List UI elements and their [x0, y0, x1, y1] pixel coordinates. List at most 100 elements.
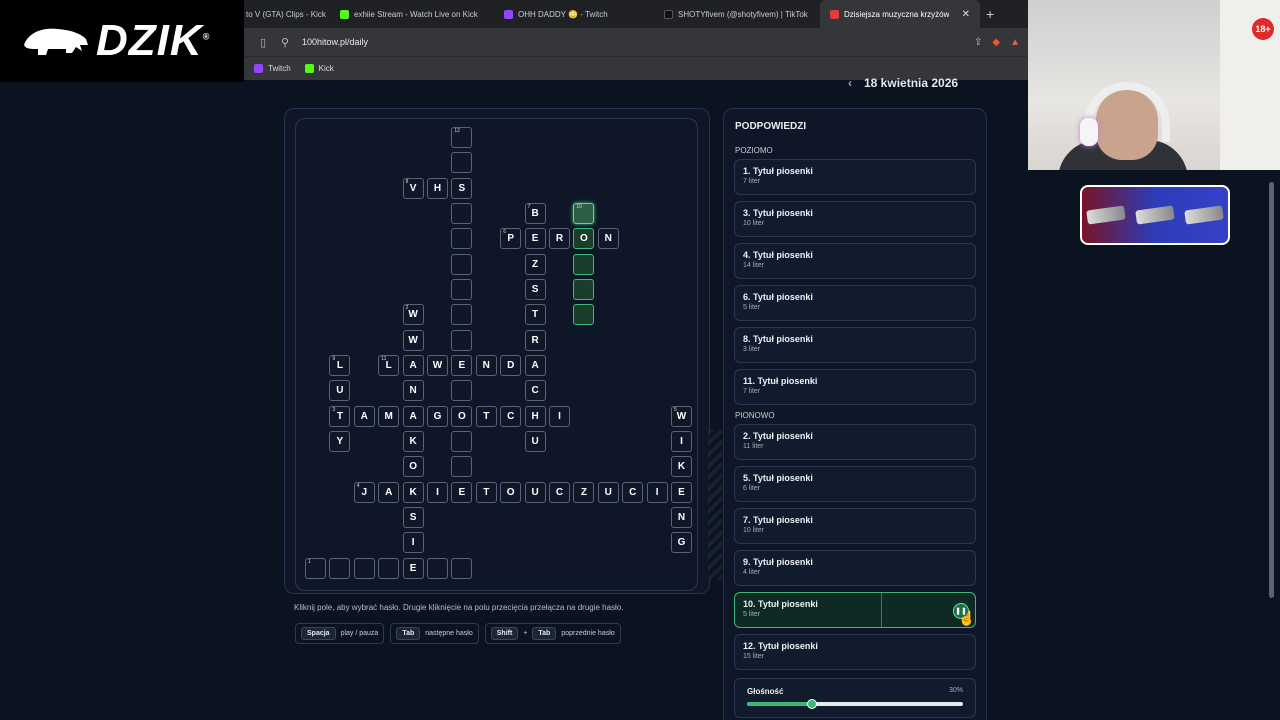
- crossword-cell[interactable]: 5W: [671, 405, 692, 427]
- crossword-cell[interactable]: C: [549, 481, 570, 503]
- crossword-cell[interactable]: 6P: [500, 228, 522, 250]
- crossword-cell[interactable]: [451, 380, 473, 402]
- tab-active[interactable]: Dzisiejsza muzyczna krzyżówk ✕: [820, 0, 980, 28]
- crossword-cell[interactable]: W: [427, 354, 448, 376]
- crossword-cell[interactable]: C: [524, 380, 546, 402]
- crossword-cell[interactable]: 12: [451, 127, 473, 148]
- chevron-left-icon[interactable]: ‹: [848, 76, 852, 90]
- crossword-cell[interactable]: [427, 557, 448, 579]
- crossword-cell[interactable]: U: [597, 481, 619, 503]
- clue-down-item[interactable]: 5. Tytuł piosenki 6 liter: [734, 466, 976, 502]
- crossword-cell[interactable]: 3T: [329, 405, 351, 427]
- crossword-cell[interactable]: K: [402, 430, 424, 452]
- crossword-cell[interactable]: E: [671, 481, 692, 503]
- crossword-cell[interactable]: Z: [524, 253, 546, 275]
- brave-shield-icon[interactable]: ◆: [992, 37, 1000, 48]
- crossword-cell[interactable]: D: [500, 354, 522, 376]
- bookmark-twitch[interactable]: Twitch: [254, 64, 291, 73]
- clue-down-item[interactable]: 10. Tytuł piosenki 5 liter ❚❚: [734, 592, 976, 628]
- share-icon[interactable]: ⇪: [974, 37, 982, 48]
- clue-down-item[interactable]: 12. Tytuł piosenki 15 liter: [734, 634, 976, 670]
- crossword-cell[interactable]: A: [353, 405, 375, 427]
- clue-across-item[interactable]: 11. Tytuł piosenki 7 liter: [734, 369, 976, 405]
- crossword-cell[interactable]: [451, 253, 473, 275]
- crossword-cell[interactable]: K: [671, 456, 692, 478]
- crossword-cell[interactable]: Y: [329, 430, 351, 452]
- crossword-cell[interactable]: S: [524, 278, 546, 300]
- crossword-cell[interactable]: [451, 329, 473, 351]
- crossword-cell[interactable]: I: [549, 405, 570, 427]
- crossword-cell[interactable]: A: [378, 481, 400, 503]
- crossword-cell[interactable]: E: [402, 557, 424, 579]
- tab-3[interactable]: SHOTYfivem (@shotyfivem) | TikTok: [654, 0, 820, 28]
- crossword-cell[interactable]: [451, 202, 473, 224]
- crossword-cell[interactable]: [353, 557, 375, 579]
- crossword-cell[interactable]: N: [671, 506, 692, 528]
- page-scrollbar[interactable]: [1269, 182, 1274, 598]
- crossword-cell[interactable]: 8V: [402, 177, 424, 199]
- volume-knob[interactable]: [806, 699, 817, 709]
- crossword-cell[interactable]: T: [524, 304, 546, 326]
- tab-2[interactable]: OHH DADDY 😳 - Twitch: [494, 0, 654, 28]
- clue-across-item[interactable]: 4. Tytuł piosenki 14 liter: [734, 243, 976, 279]
- crossword-cell[interactable]: [378, 557, 400, 579]
- bookmark-kick[interactable]: Kick: [304, 64, 334, 73]
- crossword-cell[interactable]: G: [671, 532, 692, 554]
- crossword-cell[interactable]: O: [500, 481, 522, 503]
- crossword-cell[interactable]: 2W: [402, 304, 424, 326]
- crossword-cell[interactable]: I: [402, 532, 424, 554]
- clue-across-item[interactable]: 1. Tytuł piosenki 7 liter: [734, 159, 976, 195]
- crossword-cell[interactable]: 10: [573, 202, 595, 224]
- crossword-cell[interactable]: [451, 278, 473, 300]
- crossword-cell[interactable]: A: [402, 354, 424, 376]
- crossword-cell[interactable]: [573, 253, 595, 275]
- crossword-cell[interactable]: I: [646, 481, 668, 503]
- clue-down-item[interactable]: 9. Tytuł piosenki 4 liter: [734, 550, 976, 586]
- site-info-icon[interactable]: ⚲: [274, 36, 296, 49]
- crossword-cell[interactable]: E: [451, 354, 473, 376]
- url-text[interactable]: 100hitow.pl/daily: [302, 37, 964, 47]
- clue-down-item[interactable]: 7. Tytuł piosenki 10 liter: [734, 508, 976, 544]
- crossword-cell[interactable]: E: [524, 228, 546, 250]
- tab-1[interactable]: exhiie Stream - Watch Live on Kick: [330, 0, 494, 28]
- crossword-cell[interactable]: R: [524, 329, 546, 351]
- crossword-cell[interactable]: C: [500, 405, 522, 427]
- crossword-cell[interactable]: 9L: [329, 354, 351, 376]
- crossword-cell[interactable]: [451, 430, 473, 452]
- crossword-cell[interactable]: O: [451, 405, 473, 427]
- tab-0[interactable]: to V (GTA) Clips - Kick: [244, 0, 330, 28]
- crossword-cell[interactable]: W: [402, 329, 424, 351]
- clue-across-item[interactable]: 8. Tytuł piosenki 3 liter: [734, 327, 976, 363]
- crossword-cell[interactable]: 1: [305, 557, 326, 579]
- crossword-cell[interactable]: [451, 456, 473, 478]
- crossword-cell[interactable]: [573, 304, 595, 326]
- new-tab-icon[interactable]: +: [986, 6, 994, 22]
- bookmark-icon[interactable]: ▯: [252, 36, 274, 49]
- crossword-cell[interactable]: A: [524, 354, 546, 376]
- crossword-cell[interactable]: T: [475, 481, 497, 503]
- crossword-cell[interactable]: A: [402, 405, 424, 427]
- crossword-cell[interactable]: N: [402, 380, 424, 402]
- crossword-cell[interactable]: O: [573, 228, 595, 250]
- volume-slider[interactable]: [747, 699, 963, 709]
- crossword-cell[interactable]: S: [402, 506, 424, 528]
- crossword-cell[interactable]: [451, 152, 473, 174]
- crossword-cell[interactable]: H: [427, 177, 448, 199]
- crossword-cell[interactable]: E: [451, 481, 473, 503]
- crossword-cell[interactable]: [329, 557, 351, 579]
- crossword-cell[interactable]: R: [549, 228, 570, 250]
- crossword-cell[interactable]: 4J: [353, 481, 375, 503]
- crossword-cell[interactable]: N: [597, 228, 619, 250]
- crossword-cell[interactable]: I: [671, 430, 692, 452]
- crossword-cell[interactable]: [573, 278, 595, 300]
- crossword-cell[interactable]: [451, 228, 473, 250]
- crossword-cell[interactable]: H: [524, 405, 546, 427]
- clue-across-item[interactable]: 6. Tytuł piosenki 5 liter: [734, 285, 976, 321]
- crossword-cell[interactable]: T: [475, 405, 497, 427]
- crossword-cell[interactable]: N: [475, 354, 497, 376]
- crossword-cell[interactable]: U: [329, 380, 351, 402]
- crossword-cell[interactable]: M: [378, 405, 400, 427]
- rewards-icon[interactable]: ▲: [1010, 37, 1020, 48]
- crossword-cell[interactable]: G: [427, 405, 448, 427]
- clue-down-item[interactable]: 2. Tytuł piosenki 11 liter: [734, 424, 976, 460]
